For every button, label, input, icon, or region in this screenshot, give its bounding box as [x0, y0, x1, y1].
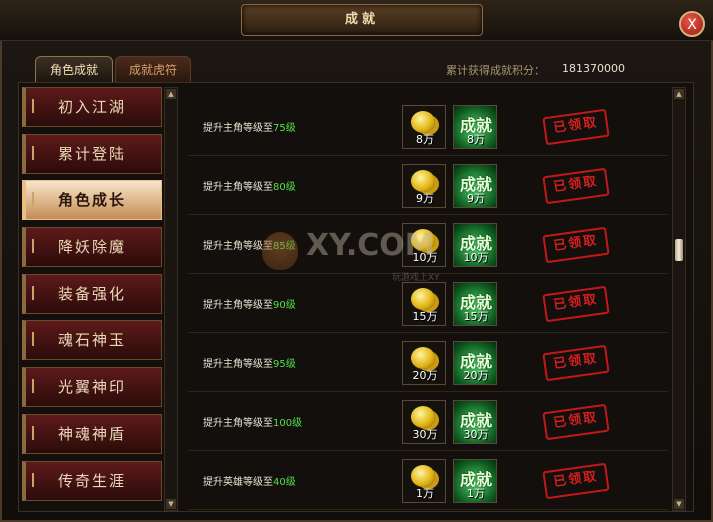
list-item: 提升主角等级至100级 30万 成就 30万 已领取 — [188, 392, 668, 451]
sidebar-item-label: 降妖除魔 — [58, 238, 127, 257]
score-label: 累计获得成就积分： — [446, 64, 545, 77]
sidebar-item-label: 初入江湖 — [58, 98, 127, 116]
list-item: 提升主角等级至80级 9万 成就 9万 已领取 — [188, 156, 668, 215]
achievement-description: 提升主角等级至75级 — [203, 123, 296, 134]
chevron-icon — [32, 332, 44, 347]
chevron-icon — [32, 285, 44, 300]
score-value: 181370000 — [562, 62, 625, 75]
achievement-points-reward[interactable]: 成就 8万 — [453, 105, 497, 149]
sidebar-item-label: 传奇生涯 — [58, 471, 127, 490]
sidebar-item-label: 魂石神玉 — [58, 331, 127, 350]
sidebar-item-equipment[interactable]: 装备强化 — [22, 273, 162, 314]
claimed-stamp: 已领取 — [542, 226, 610, 264]
scroll-up-icon[interactable]: ▲ — [674, 89, 684, 99]
sidebar-item-newcomer[interactable]: 初入江湖 — [22, 87, 162, 127]
claimed-stamp: 已领取 — [542, 403, 610, 441]
achievement-points-reward[interactable]: 成就 9万 — [453, 164, 497, 208]
coin-reward[interactable]: 15万 — [402, 282, 446, 326]
achievement-points-reward[interactable]: 成就 20万 — [453, 341, 497, 385]
sidebar-item-soul-shield[interactable]: 神魂神盾 — [22, 413, 162, 454]
claimed-stamp: 已领取 — [542, 462, 610, 500]
scroll-down-icon[interactable]: ▼ — [674, 499, 684, 509]
achievement-list: 提升主角等级至75级 8万 成就 8万 已领取 提升主角等级至80级 9万 成就 9… — [188, 97, 668, 510]
window-title: 成就 — [241, 4, 483, 36]
achievement-points-reward[interactable]: 成就 15万 — [453, 282, 497, 326]
gold-coin-icon — [411, 170, 435, 192]
claimed-stamp: 已领取 — [542, 285, 610, 323]
gold-coin-icon — [411, 406, 435, 428]
chevron-icon — [32, 379, 44, 394]
chevron-icon — [32, 239, 44, 254]
gold-coin-icon — [411, 111, 435, 133]
achievement-description: 提升英雄等级至40级 — [203, 477, 296, 488]
sidebar-item-label: 累计登陆 — [58, 144, 127, 163]
achievement-description: 提升主角等级至100级 — [203, 418, 303, 429]
achievement-description: 提升主角等级至95级 — [203, 359, 296, 370]
chevron-icon — [32, 99, 44, 113]
coin-reward[interactable]: 20万 — [402, 341, 446, 385]
sidebar-item-growth[interactable]: 角色成长 — [22, 180, 162, 221]
sidebar-item-wing-seal[interactable]: 光翼神印 — [22, 367, 162, 408]
sidebar-item-login[interactable]: 累计登陆 — [22, 133, 162, 174]
chevron-icon — [32, 192, 44, 207]
list-item: 提升主角等级至90级 15万 成就 15万 已领取 — [188, 274, 668, 333]
chevron-icon — [32, 145, 44, 160]
list-scrollbar[interactable]: ▲ ▼ — [672, 87, 686, 511]
scroll-thumb[interactable] — [675, 239, 683, 261]
sidebar-item-label: 光翼神印 — [58, 378, 127, 397]
list-item: 提升主角等级至95级 20万 成就 20万 已领取 — [188, 333, 668, 392]
sidebar-item-demon-slaying[interactable]: 降妖除魔 — [22, 227, 162, 268]
scroll-down-icon[interactable]: ▼ — [166, 499, 176, 509]
achievement-points-reward[interactable]: 成就 1万 — [453, 459, 497, 503]
close-button[interactable]: X — [679, 11, 705, 37]
category-sidebar: 初入江湖 累计登陆 角色成长 降妖除魔 装备强化 魂石神玉 光翼神印 神魂神盾 … — [22, 87, 164, 507]
claimed-stamp: 已领取 — [542, 108, 610, 146]
coin-reward[interactable]: 9万 — [402, 164, 446, 208]
gold-coin-icon — [411, 465, 435, 487]
gold-coin-icon — [411, 229, 435, 251]
achievement-description: 提升主角等级至80级 — [203, 182, 296, 193]
achievement-points-reward[interactable]: 成就 10万 — [453, 223, 497, 267]
sidebar-item-legend-career[interactable]: 传奇生涯 — [22, 460, 162, 501]
list-item: 提升英雄等级至40级 1万 成就 1万 已领取 — [188, 451, 668, 510]
achievement-description: 提升主角等级至85级 — [203, 241, 296, 252]
sidebar-item-label: 角色成长 — [58, 191, 127, 210]
gold-coin-icon — [411, 288, 435, 310]
list-item: 提升主角等级至85级 10万 成就 10万 已领取 — [188, 215, 668, 274]
achievement-points-reward[interactable]: 成就 30万 — [453, 400, 497, 444]
scroll-up-icon[interactable]: ▲ — [166, 89, 176, 99]
coin-reward[interactable]: 30万 — [402, 400, 446, 444]
tab-achievement-tiger-tally[interactable]: 成就虎符 — [115, 56, 191, 83]
sidebar-item-label: 神魂神盾 — [58, 424, 127, 443]
achievement-description: 提升主角等级至90级 — [203, 300, 296, 311]
sidebar-scrollbar[interactable]: ▲ ▼ — [164, 87, 178, 511]
list-item: 提升主角等级至75级 8万 成就 8万 已领取 — [188, 97, 668, 156]
gold-coin-icon — [411, 347, 435, 369]
coin-reward[interactable]: 10万 — [402, 223, 446, 267]
claimed-stamp: 已领取 — [542, 167, 610, 205]
tab-role-achievement[interactable]: 角色成就 — [35, 56, 113, 83]
coin-reward[interactable]: 1万 — [402, 459, 446, 503]
claimed-stamp: 已领取 — [542, 344, 610, 382]
coin-reward[interactable]: 8万 — [402, 105, 446, 149]
sidebar-item-label: 装备强化 — [58, 284, 127, 303]
chevron-icon — [32, 425, 44, 440]
chevron-icon — [32, 472, 44, 487]
sidebar-item-soul-stone[interactable]: 魂石神玉 — [22, 320, 162, 361]
